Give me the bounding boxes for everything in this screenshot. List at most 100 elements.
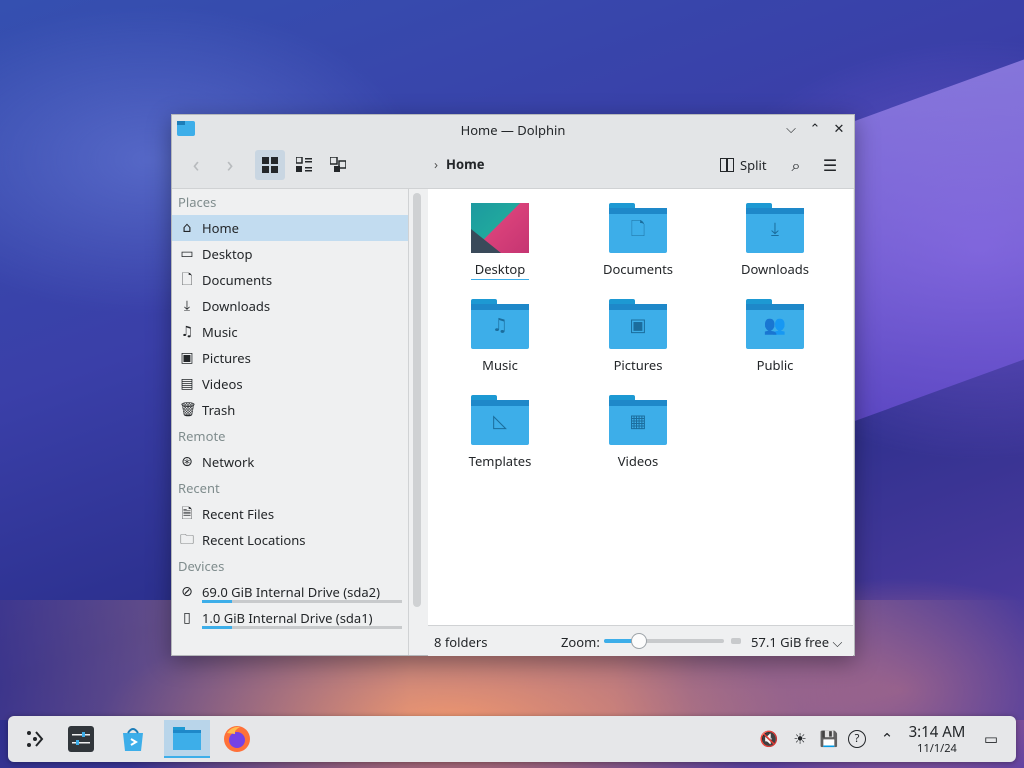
file-item-desktop[interactable]: Desktop xyxy=(440,189,560,280)
split-label: Split xyxy=(740,156,767,174)
split-button[interactable]: Split xyxy=(720,153,767,177)
folder-downloads-icon: ⤓ xyxy=(746,203,804,253)
file-item-music[interactable]: ♫ Music xyxy=(440,285,560,374)
digital-clock[interactable]: 3:14 AM 11/1/24 xyxy=(902,722,972,756)
file-item-downloads[interactable]: ⤓ Downloads xyxy=(715,189,835,278)
discover-store-icon xyxy=(123,728,143,751)
discover-task[interactable] xyxy=(114,720,152,758)
dolphin-task[interactable] xyxy=(164,720,210,758)
show-desktop-icon[interactable]: ▭ xyxy=(980,728,1002,750)
zoom-label: Zoom: xyxy=(561,633,600,651)
sidebar-scrollbar[interactable] xyxy=(413,193,421,607)
places-heading: Places xyxy=(178,193,217,211)
application-launcher-button[interactable] xyxy=(16,720,54,758)
video-icon: ▤ xyxy=(180,374,194,393)
sidebar-item-pictures[interactable]: ▣ Pictures xyxy=(172,345,408,371)
file-label: Videos xyxy=(617,452,659,470)
sidebar-item-label: Downloads xyxy=(202,297,271,315)
drive-icon: ▯ xyxy=(183,608,191,627)
folder-documents-icon: 🗋 xyxy=(609,203,667,253)
folder-music-icon: ♫ xyxy=(471,299,529,349)
file-label: Desktop xyxy=(470,260,530,280)
folder-templates-icon: ◺ xyxy=(471,395,529,445)
folder-videos-icon: ▦ xyxy=(609,395,667,445)
disk-icon[interactable]: 💾 xyxy=(818,728,840,750)
window-title: Home — Dolphin xyxy=(460,121,566,139)
drive-usage-bar xyxy=(202,626,402,629)
sidebar-item-documents[interactable]: 🗋 Documents xyxy=(172,267,408,293)
file-item-documents[interactable]: 🗋 Documents xyxy=(578,189,698,278)
help-icon[interactable]: ? xyxy=(848,730,866,748)
sidebar-item-network[interactable]: ⊛ Network xyxy=(172,449,408,475)
sidebar-item-music[interactable]: ♫ Music xyxy=(172,319,408,345)
sidebar-item-videos[interactable]: ▤ Videos xyxy=(172,371,408,397)
sidebar-item-home[interactable]: ⌂ Home xyxy=(172,215,408,241)
music-icon: ♫ xyxy=(180,322,194,341)
zoom-slider-handle[interactable] xyxy=(630,633,647,649)
close-button[interactable]: ✕ xyxy=(830,119,848,137)
titlebar[interactable]: Home — Dolphin ⌵ ⌃ ✕ xyxy=(172,115,854,142)
wallpaper-shape xyxy=(840,53,1024,427)
icons-view-button[interactable] xyxy=(255,150,285,180)
sidebar-item-drive-sda2[interactable]: ⊘ 69.0 GiB Internal Drive (sda2) xyxy=(172,579,408,605)
file-item-pictures[interactable]: ▣ Pictures xyxy=(578,285,698,374)
sidebar-item-label: Recent Locations xyxy=(202,531,306,549)
sidebar-item-downloads[interactable]: ⤓ Downloads xyxy=(172,293,408,319)
clock-date: 11/1/24 xyxy=(917,741,957,756)
sidebar-item-label: Videos xyxy=(202,375,243,393)
kde-launcher-icon xyxy=(27,731,44,747)
desktop-icon: ▭ xyxy=(180,244,194,263)
sidebar-item-desktop[interactable]: ▭ Desktop xyxy=(172,241,408,267)
file-item-videos[interactable]: ▦ Videos xyxy=(578,381,698,470)
hamburger-menu-button[interactable]: ☰ xyxy=(818,153,842,177)
network-icon: ⊛ xyxy=(181,452,193,471)
compact-view-button[interactable] xyxy=(289,150,319,180)
sidebar-item-trash[interactable]: 🗑 Trash xyxy=(172,397,408,423)
firefox-task[interactable] xyxy=(218,720,256,758)
sidebar-item-label: Trash xyxy=(202,401,236,419)
taskbar: 🔇 ☀ 💾 ? ⌃ 3:14 AM 11/1/24 ▭ xyxy=(8,716,1016,762)
tray-expand-icon[interactable]: ⌃ xyxy=(876,728,898,750)
desktop-thumbnail xyxy=(471,203,529,253)
sidebar-item-recent-locations[interactable]: 🗀 Recent Locations xyxy=(172,527,408,553)
details-view-icon xyxy=(330,157,346,172)
forward-button[interactable]: › xyxy=(218,152,242,176)
minimize-button[interactable]: ⌵ xyxy=(782,119,800,137)
status-bar: 8 folders Zoom: 57.1 GiB free ⌵ xyxy=(428,625,853,656)
breadcrumb[interactable]: › Home xyxy=(434,155,485,173)
sidebar-item-recent-files[interactable]: 🗎 Recent Files xyxy=(172,501,408,527)
file-item-public[interactable]: 👥 Public xyxy=(715,285,835,374)
split-icon xyxy=(720,158,734,172)
sidebar-item-label: Desktop xyxy=(202,245,253,263)
search-button[interactable]: ⌕ xyxy=(784,153,808,177)
maximize-button[interactable]: ⌃ xyxy=(806,119,824,137)
zoom-slider[interactable] xyxy=(604,633,724,649)
system-settings-task[interactable] xyxy=(62,720,100,758)
file-item-templates[interactable]: ◺ Templates xyxy=(440,381,560,470)
dolphin-window: Home — Dolphin ⌵ ⌃ ✕ ‹ › › Home Split ⌕ ☰… xyxy=(171,114,855,656)
file-label: Downloads xyxy=(740,260,810,278)
download-icon: ⤓ xyxy=(183,296,191,315)
back-button[interactable]: ‹ xyxy=(184,152,208,176)
sidebar-item-drive-sda1[interactable]: ▯ 1.0 GiB Internal Drive (sda1) xyxy=(172,605,408,631)
compact-view-icon xyxy=(296,157,312,172)
zoom-reset[interactable] xyxy=(731,638,741,644)
drive-icon: ⊘ xyxy=(181,582,193,601)
places-panel: Places ⌂ Home ▭ Desktop 🗋 Documents ⤓ Downlo… xyxy=(172,189,409,655)
file-label: Documents xyxy=(602,260,674,278)
breadcrumb-home[interactable]: Home xyxy=(446,155,485,173)
volume-muted-icon[interactable]: 🔇 xyxy=(758,728,780,750)
recent-locations-icon: 🗀 xyxy=(180,530,194,549)
details-view-button[interactable] xyxy=(323,150,353,180)
picture-icon: ▣ xyxy=(180,348,194,367)
sidebar-item-label: 69.0 GiB Internal Drive (sda2) xyxy=(202,583,380,601)
document-icon: 🗋 xyxy=(181,270,193,289)
free-space-button[interactable]: 57.1 GiB free ⌵ xyxy=(751,633,842,651)
file-view[interactable]: Desktop 🗋 Documents ⤓ Downloads ♫ Music … xyxy=(428,189,853,625)
clock-time: 3:14 AM xyxy=(908,722,966,742)
sidebar-item-label: Home xyxy=(202,219,239,237)
brightness-icon[interactable]: ☀ xyxy=(789,728,811,750)
sidebar-item-label: Pictures xyxy=(202,349,251,367)
toolbar: ‹ › › Home Split ⌕ ☰ xyxy=(172,142,854,189)
file-label: Public xyxy=(756,356,794,374)
